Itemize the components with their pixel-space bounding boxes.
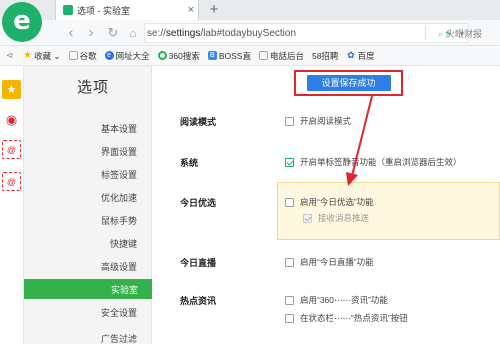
single-tab-mute-checkbox[interactable] [285, 157, 294, 167]
tab-favicon-icon [63, 5, 73, 15]
sidebar-item-adblock[interactable]: 广告过滤 [101, 332, 137, 344]
system-label: 系统 [180, 158, 199, 168]
mail-icon[interactable]: @ [2, 172, 21, 191]
star-icon: ★ [23, 50, 33, 61]
sidebar-item-basic[interactable]: 基本设置 [101, 122, 137, 135]
sidebar-item-interface[interactable]: 界面设置 [101, 145, 137, 158]
sidebar-item-lab[interactable]: 实验室 [24, 279, 152, 299]
bookmark-hao[interactable]: e 网址大全 [104, 50, 150, 62]
logo-letter-icon: e [13, 5, 31, 36]
settings-title: 选项 [76, 79, 109, 96]
address-text: se://settings/lab#todaybuySection [147, 27, 296, 39]
reading-mode-checkbox[interactable] [285, 116, 294, 126]
360-icon [157, 51, 167, 60]
boss-icon: B [207, 51, 217, 60]
reading-mode-label: 阅读模式 [180, 117, 217, 127]
single-tab-mute-option[interactable]: 开启单标签静音功能（重启浏览器后生效） [285, 156, 462, 168]
page-icon [258, 51, 268, 60]
reading-mode-option[interactable]: 开启阅读模式 [285, 115, 351, 127]
today-pick-label: 今日优选 [180, 198, 217, 208]
new-tab-button[interactable]: + [204, 0, 224, 20]
bookmark-boss[interactable]: B BOSS直 [207, 50, 251, 62]
sidebar-item-shortcuts[interactable]: 快捷键 [110, 237, 137, 250]
address-bar[interactable]: se://settings/lab#todaybuySection ⚡ ▾ [144, 23, 469, 43]
divider [425, 26, 426, 40]
save-success-annotation: 设置保存成功 [294, 70, 403, 96]
browser-logo[interactable]: e [2, 2, 42, 42]
sidebar-item-advanced[interactable]: 高级设置 [101, 260, 137, 273]
today-live-checkbox[interactable] [285, 257, 294, 267]
hot-news-option[interactable]: 启用“360⋯⋯资讯”功能 [285, 294, 388, 306]
today-live-option[interactable]: 启用“今日直播”功能 [285, 256, 374, 268]
bookmark-baidu[interactable]: ✿ 百度 [346, 50, 374, 62]
sidebar-item-tabs[interactable]: 标签设置 [101, 168, 137, 181]
today-live-label: 今日直播 [180, 258, 217, 268]
bookmark-backend[interactable]: 电話后台 [258, 50, 304, 62]
today-pick-checkbox[interactable] [285, 197, 294, 207]
back-button[interactable]: ‹ [62, 23, 80, 43]
search-hint[interactable]: ⌕ 火眼财报 [438, 27, 482, 40]
favorites-star-icon[interactable]: ★ [2, 80, 21, 99]
push-notification-checkbox[interactable] [303, 213, 312, 223]
page-icon [68, 51, 78, 60]
weibo-icon[interactable]: ◉ [2, 110, 21, 129]
hot-news-label: 热点资讯 [180, 296, 217, 306]
statusbar-news-checkbox[interactable] [285, 313, 294, 323]
globe-icon: e [104, 51, 114, 60]
bookmarks-bar: ⊲ ★ 收藏 ⌄ 谷歌 e 网址大全 360搜索 B BOSS直 电話后台 58招聘 … [0, 46, 500, 66]
forward-button[interactable]: › [82, 23, 100, 43]
tab-settings[interactable]: 选项 - 实验室 × [55, 0, 199, 20]
tab-close-button[interactable]: × [184, 4, 198, 16]
sidebar-item-optimize[interactable]: 优化加速 [101, 191, 137, 204]
bookmark-58[interactable]: 58招聘 [312, 50, 338, 62]
bookmark-360search[interactable]: 360搜索 [157, 50, 200, 62]
search-icon: ⌕ [438, 29, 444, 39]
save-success-toast: 设置保存成功 [306, 75, 391, 91]
sidebar-item-mouse-gesture[interactable]: 鼠标手势 [101, 214, 137, 227]
push-notification-option[interactable]: 接收消息推送 [303, 212, 369, 224]
settings-sidebar: 选项 基本设置 界面设置 标签设置 优化加速 鼠标手势 快捷键 高级设置 安全设… [24, 66, 152, 344]
statusbar-news-option[interactable]: 在状态栏⋯⋯“热点资讯”按钮 [285, 312, 408, 324]
sidebar-toggle-icon[interactable]: ⊲ [6, 50, 13, 61]
browser-sidebar: ★ ◉ @ @ [0, 66, 24, 344]
hot-news-checkbox[interactable] [285, 295, 294, 305]
tab-title: 选项 - 实验室 [77, 5, 130, 16]
bookmark-google[interactable]: 谷歌 [68, 50, 97, 62]
refresh-button[interactable]: ↻ [104, 23, 122, 43]
baidu-icon: ✿ [347, 50, 355, 60]
mail-icon[interactable]: @ [2, 140, 21, 159]
home-button[interactable]: ⌂ [124, 23, 142, 43]
sidebar-item-security[interactable]: 安全设置 [101, 306, 137, 319]
today-pick-option[interactable]: 启用“今日优选”功能 [285, 196, 374, 208]
bookmark-favorites[interactable]: ★ 收藏 ⌄ [23, 50, 60, 62]
today-highlight-box [277, 182, 500, 240]
